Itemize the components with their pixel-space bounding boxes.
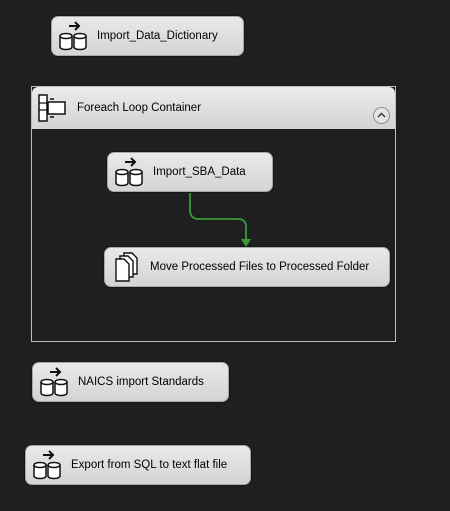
data-flow-task-icon: [29, 450, 63, 480]
data-flow-task-icon: [36, 367, 70, 397]
task-move-processed-files[interactable]: Move Processed Files to Processed Folder: [104, 247, 390, 287]
task-label: Move Processed Files to Processed Folder: [150, 261, 370, 273]
task-export-sql-flat-file[interactable]: Export from SQL to text flat file: [25, 445, 251, 485]
task-label: NAICS import Standards: [78, 376, 204, 388]
task-naics-import-standards[interactable]: NAICS import Standards: [32, 362, 229, 402]
file-system-task-icon: [108, 252, 142, 282]
task-label: Export from SQL to text flat file: [71, 459, 228, 471]
